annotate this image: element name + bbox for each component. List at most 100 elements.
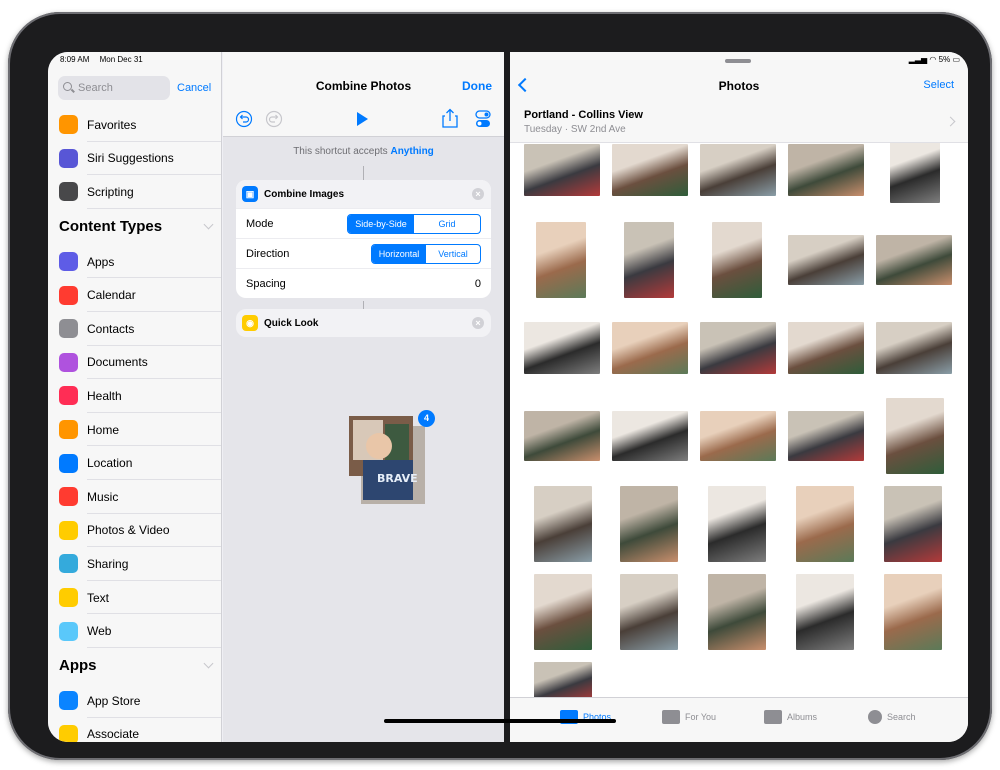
search-input[interactable]: Search — [58, 76, 170, 100]
sidebar-item-health[interactable]: Health — [48, 379, 221, 413]
sidebar-item-favorites[interactable]: Favorites — [48, 108, 221, 142]
photo-thumbnail[interactable] — [612, 322, 688, 374]
sidebar-item-documents[interactable]: Documents — [48, 346, 221, 380]
photo-thumbnail[interactable] — [524, 411, 600, 461]
photo-thumbnail[interactable] — [700, 322, 776, 374]
photos-header: ▂▃▅ ◠ 5% ▭ Photos Select Portland - Coll… — [510, 52, 968, 143]
sidebar-item-scripting[interactable]: Scripting — [48, 175, 221, 209]
combine-images-title: Combine Images — [264, 188, 345, 200]
home-indicator[interactable] — [384, 719, 616, 723]
sidebar-item-siri-suggestions[interactable]: Siri Suggestions — [48, 142, 221, 176]
photo-thumbnail[interactable] — [620, 486, 678, 562]
dragged-photos-stack[interactable]: BRAVE — [349, 416, 425, 504]
play-icon[interactable] — [355, 111, 369, 127]
photo-thumbnail[interactable] — [712, 222, 762, 298]
photo-thumbnail[interactable] — [708, 574, 766, 650]
spacing-row: Spacing 0 — [236, 268, 491, 298]
section-content-types[interactable]: Content Types — [48, 209, 221, 245]
sidebar-item-label: Health — [87, 388, 122, 403]
photo-thumbnail[interactable] — [788, 235, 864, 285]
sidebar-item-home[interactable]: Home — [48, 413, 221, 447]
photo-thumbnail[interactable] — [884, 574, 942, 650]
share-icon[interactable] — [442, 108, 458, 128]
spacing-value[interactable]: 0 — [475, 278, 481, 290]
sidebar-item-text[interactable]: Text — [48, 581, 221, 615]
combine-images-action[interactable]: ▣ Combine Images × Mode Side-by-Side Gri… — [236, 180, 491, 298]
photo-thumbnail[interactable] — [886, 398, 944, 474]
chevron-right-icon[interactable] — [945, 116, 956, 127]
section-heading: Content Types — [59, 218, 163, 236]
mode-side-by-side[interactable]: Side-by-Side — [348, 214, 414, 233]
photo-thumbnail[interactable] — [876, 322, 952, 374]
multitasking-handle[interactable] — [725, 59, 751, 63]
for-you-icon — [662, 710, 680, 724]
direction-vertical[interactable]: Vertical — [426, 245, 480, 263]
photo-thumbnail[interactable] — [884, 486, 942, 562]
photos-action-icon: ▣ — [242, 186, 258, 202]
photo-thumbnail[interactable] — [612, 144, 688, 196]
tab-search[interactable]: Search — [868, 710, 916, 724]
photo-thumbnail[interactable] — [788, 411, 864, 461]
cancel-button[interactable]: Cancel — [177, 82, 211, 94]
sidebar-item-sharing[interactable]: Sharing — [48, 547, 221, 581]
section-apps[interactable]: Apps — [48, 648, 221, 684]
redo-icon[interactable] — [265, 110, 283, 128]
photo-thumbnail[interactable] — [796, 486, 854, 562]
quick-look-action[interactable]: ◉ Quick Look × — [236, 309, 491, 337]
photo-thumbnail[interactable] — [890, 143, 940, 203]
sidebar-item-associate[interactable]: Associate — [48, 718, 221, 742]
photo-thumbnail[interactable] — [534, 574, 592, 650]
sidebar-item-label: Calendar — [87, 288, 136, 303]
undo-icon[interactable] — [235, 110, 253, 128]
remove-action-icon[interactable]: × — [472, 188, 484, 200]
photo-thumbnail[interactable] — [524, 322, 600, 374]
direction-horizontal[interactable]: Horizontal — [372, 244, 426, 263]
status-bar-left: 8:09 AM Mon Dec 31 — [60, 55, 151, 64]
sidebar-item-label: Apps — [87, 254, 115, 269]
drag-count-badge: 4 — [418, 410, 435, 427]
sidebar-list: Favorites Siri Suggestions Scripting Conten… — [48, 108, 221, 742]
sidebar-item-label: Scripting — [87, 184, 134, 199]
photo-thumbnail[interactable] — [796, 574, 854, 650]
photo-thumbnail[interactable] — [524, 144, 600, 196]
sidebar-item-photos-video[interactable]: Photos & Video — [48, 514, 221, 548]
moment-location-title[interactable]: Portland - Collins View — [524, 109, 643, 121]
sidebar-item-apps[interactable]: Apps — [48, 245, 221, 279]
photo-thumbnail[interactable] — [612, 411, 688, 461]
sidebar-item-music[interactable]: Music — [48, 480, 221, 514]
sidebar-item-label: Associate — [87, 727, 140, 742]
sidebar-item-calendar[interactable]: Calendar — [48, 278, 221, 312]
photo-thumbnail[interactable] — [534, 486, 592, 562]
health-icon — [59, 386, 78, 406]
tab-albums-label: Albums — [787, 712, 818, 722]
sidebar-item-app-store[interactable]: App Store — [48, 684, 221, 718]
tab-for-you[interactable]: For You — [662, 710, 716, 724]
settings-toggle-icon[interactable] — [475, 110, 491, 128]
remove-quick-look-icon[interactable]: × — [472, 317, 484, 329]
scripting-icon — [59, 182, 78, 202]
sidebar-item-web[interactable]: Web — [48, 614, 221, 648]
mode-grid[interactable]: Grid — [414, 215, 480, 233]
tab-albums[interactable]: Albums — [764, 710, 817, 724]
photo-thumbnail[interactable] — [876, 235, 952, 285]
photo-thumbnail[interactable] — [536, 222, 586, 298]
accepts-value[interactable]: Anything — [390, 146, 433, 157]
sidebar-item-contacts[interactable]: Contacts — [48, 312, 221, 346]
sidebar-item-label: Sharing — [87, 556, 129, 571]
sidebar-item-location[interactable]: Location — [48, 446, 221, 480]
photo-thumbnail[interactable] — [788, 144, 864, 196]
chevron-down-icon — [203, 219, 214, 230]
photo-thumbnail[interactable] — [708, 486, 766, 562]
photo-thumbnail[interactable] — [620, 574, 678, 650]
done-button[interactable]: Done — [462, 79, 492, 93]
photo-thumbnail[interactable] — [624, 222, 674, 298]
photo-thumbnail[interactable] — [534, 662, 592, 697]
quick-look-header: ◉ Quick Look × — [236, 309, 491, 337]
photo-thumbnail[interactable] — [700, 144, 776, 196]
tab-for-you-label: For You — [685, 712, 717, 722]
mode-segmented-control: Side-by-Side Grid — [347, 213, 481, 234]
sidebar-item-label: Contacts — [87, 321, 135, 336]
select-button[interactable]: Select — [923, 79, 954, 91]
photo-thumbnail[interactable] — [788, 322, 864, 374]
photo-thumbnail[interactable] — [700, 411, 776, 461]
